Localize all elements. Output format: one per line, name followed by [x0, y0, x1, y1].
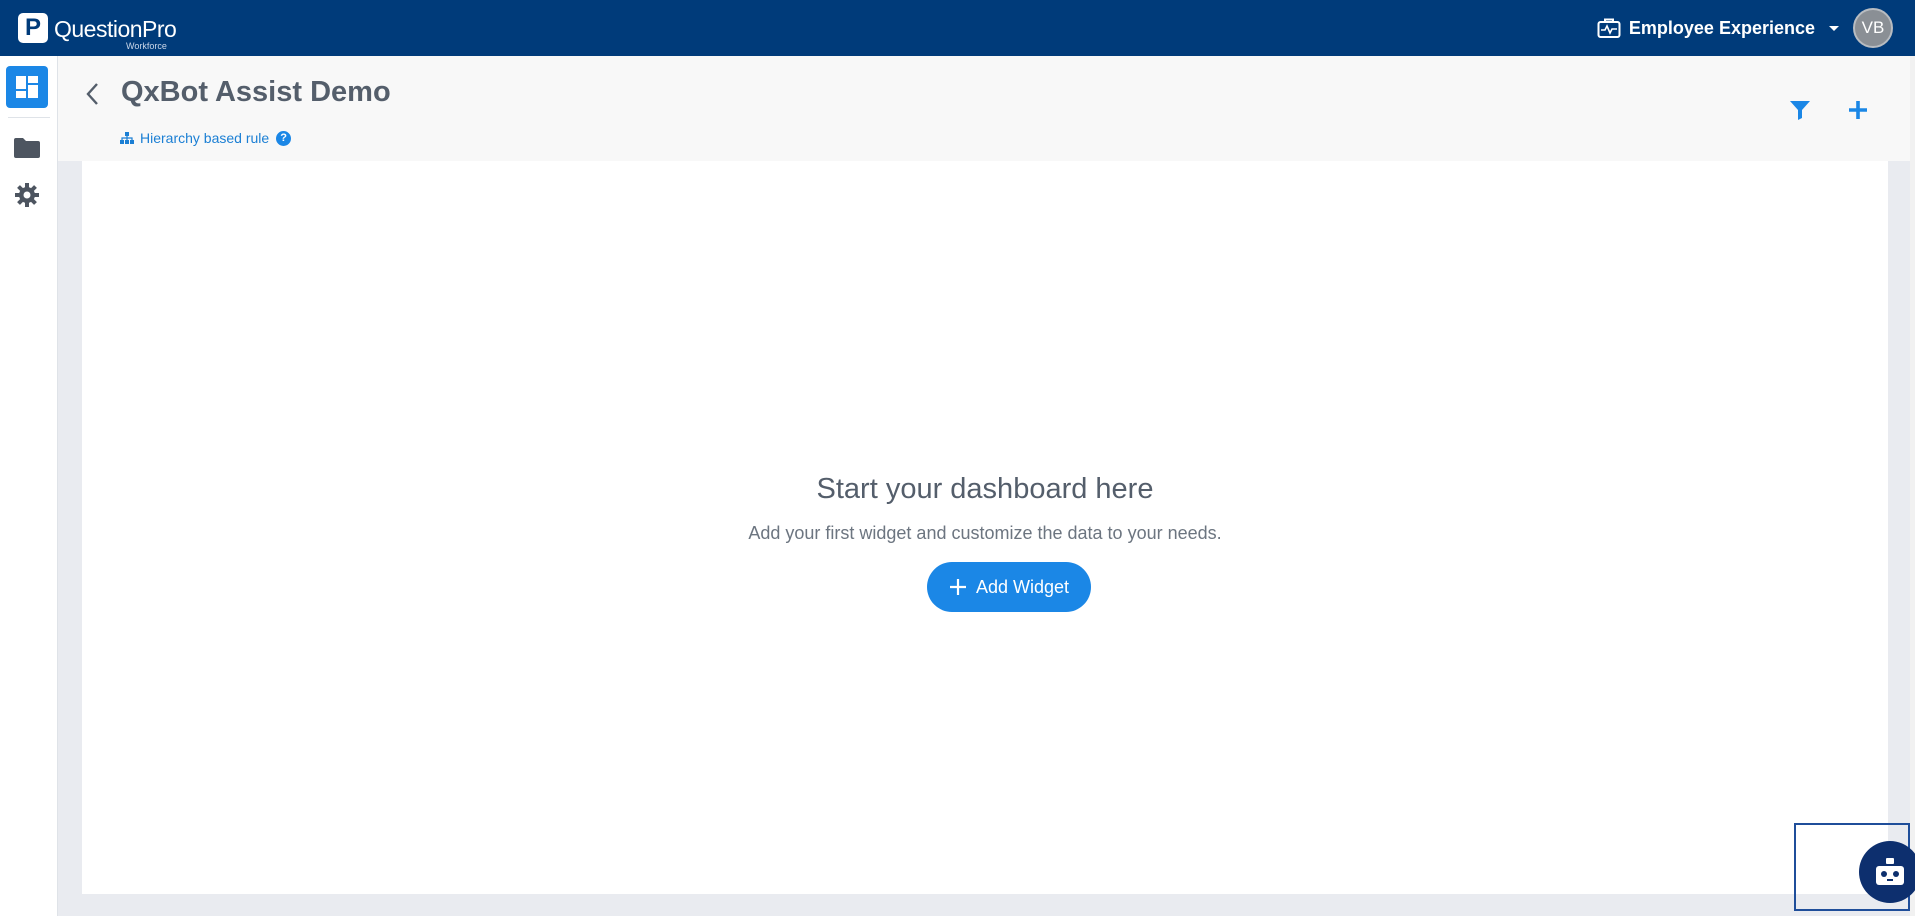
hierarchy-icon — [120, 132, 134, 144]
qxbot-assistant-button[interactable] — [1859, 841, 1915, 903]
caret-down-icon — [1829, 26, 1839, 31]
folder-icon — [14, 138, 40, 158]
sidebar-divider — [8, 117, 50, 118]
add-widget-button[interactable]: Add Widget — [927, 562, 1091, 612]
page-header: QxBot Assist Demo Hierarchy based rule ? — [58, 56, 1910, 161]
sidebar-item-dashboard[interactable] — [6, 66, 48, 108]
header-actions — [1756, 96, 1872, 124]
empty-state-title: Start your dashboard here — [816, 473, 1154, 505]
sidebar-item-folder[interactable] — [6, 127, 48, 169]
brand-logo[interactable]: P QuestionPro Workforce — [18, 0, 184, 56]
page-title: QxBot Assist Demo — [121, 76, 391, 108]
top-navbar: P QuestionPro Workforce Employee Experie… — [0, 0, 1915, 56]
dashboard-canvas: Start your dashboard here Add your first… — [82, 161, 1888, 894]
help-icon[interactable]: ? — [276, 130, 292, 146]
filter-button[interactable] — [1786, 96, 1814, 124]
sidebar-item-settings[interactable] — [6, 174, 48, 216]
empty-state: Start your dashboard here Add your first… — [82, 161, 1888, 894]
dashboard-icon — [16, 76, 38, 98]
plus-icon — [949, 579, 966, 595]
vertical-scrollbar[interactable] — [1910, 56, 1915, 916]
workspace-switcher[interactable]: Employee Experience — [1597, 17, 1839, 39]
robot-icon — [1876, 858, 1904, 885]
topbar-right: Employee Experience VB — [1597, 0, 1915, 56]
brand-subtitle: Workforce — [126, 41, 167, 51]
add-button[interactable] — [1844, 96, 1872, 124]
gear-icon — [15, 183, 39, 207]
filter-icon — [1790, 101, 1810, 120]
brand-name: QuestionPro — [54, 16, 177, 42]
plus-icon — [1849, 101, 1867, 119]
chevron-left-icon — [86, 83, 98, 105]
hierarchy-rule-link[interactable]: Hierarchy based rule ? — [120, 130, 292, 146]
workspace-label: Employee Experience — [1628, 17, 1815, 38]
user-avatar[interactable]: VB — [1853, 8, 1893, 48]
hierarchy-rule-label: Hierarchy based rule — [140, 130, 270, 146]
empty-state-subtitle: Add your first widget and customize the … — [748, 523, 1222, 543]
back-button[interactable] — [80, 80, 104, 108]
left-sidebar — [0, 56, 58, 916]
briefcase-pulse-icon — [1597, 18, 1621, 38]
dashboard-canvas-area: Start your dashboard here Add your first… — [58, 161, 1910, 916]
brand-text: QuestionPro Workforce — [54, 8, 184, 51]
brand-mark-icon: P — [18, 13, 48, 43]
add-widget-label: Add Widget — [975, 576, 1070, 597]
